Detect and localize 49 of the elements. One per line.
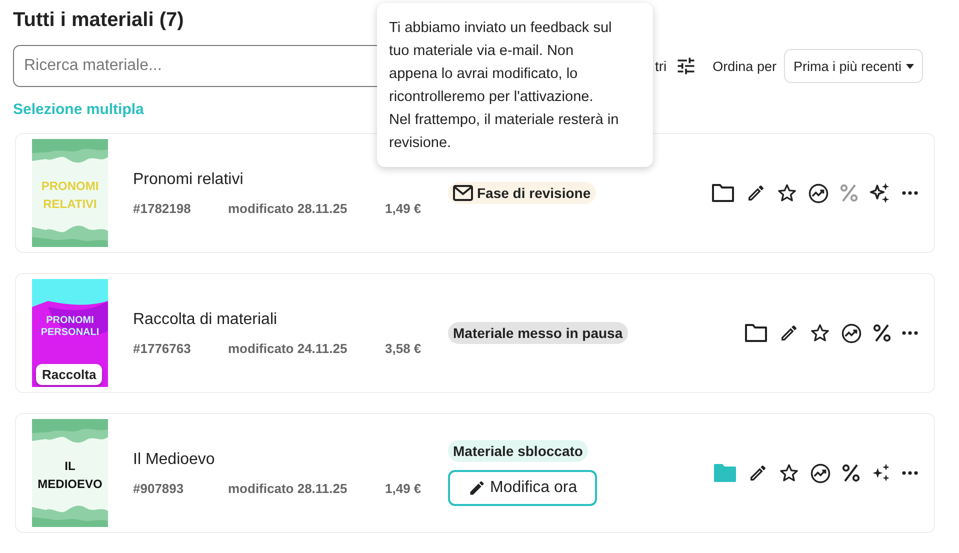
- star-icon[interactable]: [779, 463, 799, 483]
- pencil-icon[interactable]: [779, 323, 799, 343]
- star-icon[interactable]: [810, 323, 830, 343]
- chart-circle-icon[interactable]: [808, 182, 829, 204]
- pencil-icon[interactable]: [748, 463, 768, 483]
- pencil-icon: [468, 479, 486, 497]
- price: 3,58 €: [385, 340, 422, 356]
- cover-title: PRONOMI: [41, 178, 99, 195]
- percent-icon[interactable]: [842, 463, 860, 483]
- status-badge: Materiale messo in pausa: [448, 322, 628, 344]
- sparkles-icon[interactable]: [871, 463, 891, 483]
- chart-circle-icon[interactable]: [810, 462, 831, 484]
- material-id: #907893: [133, 480, 185, 496]
- mail-icon: [453, 185, 473, 201]
- pencil-icon[interactable]: [746, 183, 766, 203]
- material-id: #1782198: [133, 200, 192, 216]
- sort-dropdown[interactable]: Prima i più recenti: [784, 49, 923, 83]
- sparkles-icon[interactable]: [869, 182, 891, 204]
- percent-icon[interactable]: [873, 323, 891, 343]
- cover-title: MEDIOEVO: [38, 476, 102, 493]
- modified-date: modificato 24.11.25: [228, 340, 348, 356]
- cover-title: IL: [64, 458, 76, 475]
- feedback-tooltip: Ti abbiamo inviato un feedback sul tuo materiale via e-mail. Non appena lo avrai modificato, lo ricontrolleremo per l'attivazione. Nel frattempo, il materiale resterà in revisione.: [377, 3, 653, 167]
- cover-title: RELATIVI: [43, 196, 97, 213]
- page-title: Tutti i materiali (7): [13, 8, 184, 33]
- caret-icon: [906, 64, 914, 68]
- folder-icon[interactable]: [711, 183, 735, 203]
- material-title[interactable]: Il Medioevo: [133, 450, 433, 468]
- material-title[interactable]: Pronomi relativi: [133, 170, 433, 188]
- more-icon[interactable]: [902, 471, 918, 475]
- cover-title: PRONOMI: [46, 315, 94, 327]
- status-badge: Fase di revisione: [448, 182, 596, 204]
- star-icon[interactable]: [777, 183, 797, 203]
- material-title[interactable]: Raccolta di materiali: [133, 310, 433, 328]
- status-badge: Materiale sbloccato: [448, 440, 588, 462]
- more-icon[interactable]: [902, 191, 918, 195]
- collection-badge: Raccolta: [36, 364, 102, 385]
- chart-circle-icon[interactable]: [841, 322, 862, 344]
- modified-date: modificato 28.11.25: [228, 480, 348, 496]
- price: 1,49 €: [385, 200, 422, 216]
- modified-date: modificato 28.11.25: [228, 200, 348, 216]
- material-id: #1776763: [133, 340, 192, 356]
- edit-now-button[interactable]: Modifica ora: [448, 470, 598, 506]
- price: 1,49 €: [385, 480, 422, 496]
- more-icon[interactable]: [902, 331, 918, 335]
- sort-label: Ordina per: [712, 58, 776, 74]
- filter-label[interactable]: tri: [655, 58, 667, 74]
- cover-title: PERSONALI: [40, 327, 100, 339]
- folder-icon[interactable]: [744, 323, 768, 343]
